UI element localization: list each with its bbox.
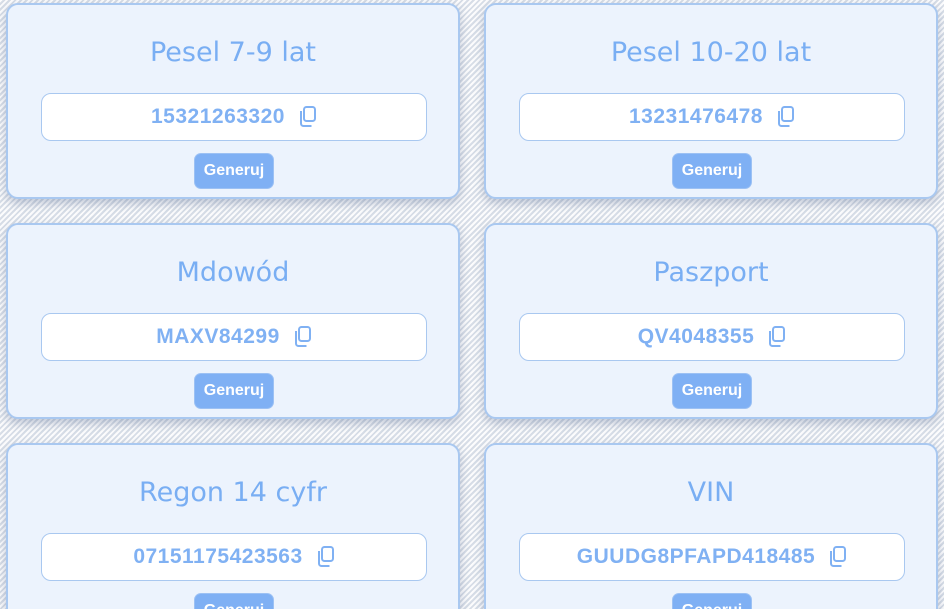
card-title: Pesel 10-20 lat (610, 37, 812, 68)
generate-button[interactable]: Generuj (194, 153, 274, 189)
generate-button[interactable]: Generuj (672, 373, 752, 409)
generate-button[interactable]: Generuj (672, 153, 752, 189)
card-title: Pesel 7-9 lat (149, 37, 316, 68)
generated-value-field: 15321263320 (41, 93, 427, 141)
card-title: Regon 14 cyfr (139, 477, 327, 508)
card-vin: VIN GUUDG8PFAPD418485 Generuj (484, 443, 938, 609)
card-paszport: Paszport QV4048355 Generuj (484, 223, 938, 419)
generated-value-field: MAXV84299 (41, 313, 427, 361)
copy-icon[interactable] (315, 546, 335, 568)
generated-value: 15321263320 (151, 105, 285, 128)
generated-value: GUUDG8PFAPD418485 (576, 545, 816, 568)
generated-value: QV4048355 (637, 325, 755, 348)
generated-value-field: 07151175423563 (41, 533, 427, 581)
generate-button[interactable]: Generuj (194, 373, 274, 409)
card-pesel-7-9: Pesel 7-9 lat 15321263320 Generuj (6, 3, 460, 199)
card-mdowod: Mdowód MAXV84299 Generuj (6, 223, 460, 419)
copy-icon[interactable] (827, 546, 847, 568)
card-title: Paszport (653, 257, 769, 288)
card-title: Mdowód (176, 257, 290, 288)
generated-value-field: QV4048355 (519, 313, 905, 361)
copy-icon[interactable] (297, 106, 317, 128)
generated-value-field: GUUDG8PFAPD418485 (519, 533, 905, 581)
copy-icon[interactable] (766, 326, 786, 348)
copy-icon[interactable] (775, 106, 795, 128)
generated-value: 13231476478 (629, 105, 763, 128)
copy-icon[interactable] (292, 326, 312, 348)
generated-value: MAXV84299 (156, 325, 280, 348)
generate-button[interactable]: Generuj (672, 593, 752, 609)
card-regon-14: Regon 14 cyfr 07151175423563 Generuj (6, 443, 460, 609)
card-title: VIN (687, 477, 735, 508)
card-pesel-10-20: Pesel 10-20 lat 13231476478 Generuj (484, 3, 938, 199)
generate-button[interactable]: Generuj (194, 593, 274, 609)
generated-value: 07151175423563 (133, 545, 303, 568)
generated-value-field: 13231476478 (519, 93, 905, 141)
